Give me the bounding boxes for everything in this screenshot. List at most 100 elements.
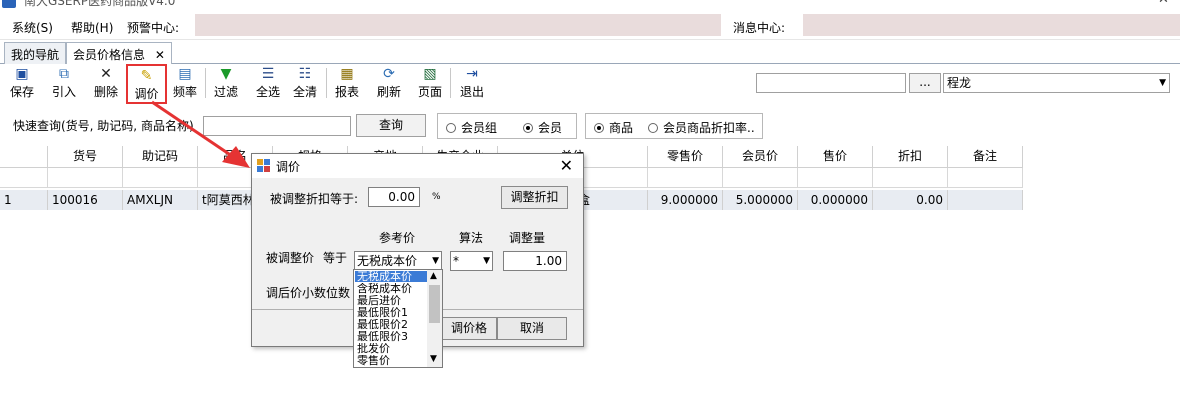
page-button[interactable]: ▧ 页面: [416, 66, 444, 102]
ref-price-header: 参考价: [379, 231, 416, 245]
filter-cell[interactable]: [873, 168, 948, 188]
page-icon: ▧: [423, 66, 437, 82]
col-header-member-price[interactable]: 会员价: [723, 146, 798, 168]
item-type-radio-group: 商品 会员商品折扣率..: [585, 113, 763, 139]
cell-mnemonic: AMXLJN: [123, 190, 198, 210]
tab-member-price-info[interactable]: 会员价格信息 ✕: [66, 42, 172, 65]
alert-center-field[interactable]: [195, 14, 721, 36]
menu-help[interactable]: 帮助(H): [71, 19, 113, 36]
dialog-app-icon: [257, 159, 270, 172]
chevron-down-icon: ▼: [483, 256, 490, 266]
toolbar-separator: [205, 68, 206, 98]
frequency-button[interactable]: ▤ 频率: [171, 66, 199, 102]
cell-retail-price: 9.000000: [648, 190, 723, 210]
grid-corner: [0, 146, 48, 168]
minimize-icon[interactable]: —: [1118, 0, 1131, 7]
radio-member-group[interactable]: 会员组: [446, 119, 497, 136]
dialog-title-bar: 调价 ✕: [252, 154, 583, 178]
col-header-sale-price[interactable]: 售价: [798, 146, 873, 168]
tab-bar: 我的导航 会员价格信息 ✕: [0, 40, 1180, 65]
code-input[interactable]: [756, 73, 906, 93]
user-select[interactable]: 程龙 ▼: [943, 73, 1170, 93]
menu-system[interactable]: 系统(S): [12, 19, 53, 36]
clear-all-button[interactable]: ☷ 全清: [291, 66, 319, 102]
import-button[interactable]: ⧉ 引入: [50, 66, 78, 102]
radio-icon: [523, 123, 533, 133]
import-icon: ⧉: [59, 66, 69, 82]
filter-cell[interactable]: [798, 168, 873, 188]
radio-icon: [648, 123, 658, 133]
filter-cell[interactable]: [723, 168, 798, 188]
select-all-icon: ☰: [261, 66, 275, 82]
cell-discount: 0.00: [873, 190, 948, 210]
row-index: 1: [0, 190, 48, 210]
close-icon[interactable]: ✕: [560, 156, 573, 175]
ref-price-dropdown-list: 无税成本价 含税成本价 最后进价 最低限价1 最低限价2 最低限价3 批发价 零…: [353, 269, 443, 368]
radio-icon: [594, 123, 604, 133]
tab-label: 我的导航: [11, 48, 60, 62]
option-no-tax-cost[interactable]: 无税成本价: [355, 271, 428, 282]
radio-member-discount[interactable]: 会员商品折扣率..: [648, 119, 755, 136]
decimals-label: 调后价小数位数: [266, 286, 351, 300]
filter-icon: ▼: [220, 66, 232, 82]
radio-goods[interactable]: 商品: [594, 119, 633, 136]
refresh-button[interactable]: ⟳ 刷新: [375, 66, 403, 102]
tab-close-icon[interactable]: ✕: [155, 48, 165, 62]
option-min-price-1[interactable]: 最低限价1: [355, 307, 428, 318]
ref-price-select[interactable]: 无税成本价 ▼: [354, 251, 442, 271]
chevron-down-icon[interactable]: ▼: [430, 354, 437, 364]
delete-button[interactable]: ✕ 删除: [92, 66, 120, 102]
option-retail[interactable]: 零售价: [355, 355, 428, 366]
title-bar: 南大GSERP医药商品版V4.0 — ✕: [0, 0, 1180, 10]
filter-cell[interactable]: [48, 168, 123, 188]
filter-cell[interactable]: [648, 168, 723, 188]
save-button[interactable]: ▣ 保存: [8, 66, 36, 102]
option-wholesale[interactable]: 批发价: [355, 343, 428, 354]
dropdown-scrollbar[interactable]: ▲ ▼: [427, 270, 442, 367]
frequency-icon: ▤: [178, 66, 192, 82]
exit-icon: ⇥: [466, 66, 478, 82]
adjusted-price-label: 被调整价: [266, 251, 315, 265]
cell-code: 100016: [48, 190, 123, 210]
refresh-icon: ⟳: [383, 66, 395, 82]
report-button[interactable]: ▦ 报表: [333, 66, 361, 102]
ref-price-select-value: 无税成本价: [357, 254, 418, 268]
filter-cell[interactable]: [948, 168, 1023, 188]
radio-member[interactable]: 会员: [523, 119, 562, 136]
message-center-field[interactable]: [803, 14, 1180, 36]
adjust-discount-button[interactable]: 调整折扣: [501, 186, 568, 209]
tab-my-navigation[interactable]: 我的导航: [4, 42, 67, 64]
select-all-button[interactable]: ☰ 全选: [254, 66, 282, 102]
col-header-remark[interactable]: 备注: [948, 146, 1023, 168]
method-select-value: *: [453, 254, 459, 268]
option-min-price-3[interactable]: 最低限价3: [355, 331, 428, 342]
option-tax-cost[interactable]: 含税成本价: [355, 283, 428, 294]
filter-button[interactable]: ▼ 过滤: [212, 66, 240, 102]
option-last-purchase[interactable]: 最后进价: [355, 295, 428, 306]
col-header-retail-price[interactable]: 零售价: [648, 146, 723, 168]
option-min-price-2[interactable]: 最低限价2: [355, 319, 428, 330]
chevron-down-icon: ▼: [432, 256, 439, 266]
col-header-discount[interactable]: 折扣: [873, 146, 948, 168]
cancel-button[interactable]: 取消: [497, 317, 567, 340]
chevron-up-icon[interactable]: ▲: [430, 271, 437, 281]
exit-button[interactable]: ⇥ 退出: [458, 66, 486, 102]
amount-input[interactable]: 1.00: [503, 251, 567, 271]
adjust-price-button[interactable]: ✎ 调价: [126, 64, 167, 104]
col-header-code[interactable]: 货号: [48, 146, 123, 168]
scrollbar-thumb[interactable]: [429, 285, 440, 323]
chevron-down-icon: ▼: [1159, 78, 1166, 88]
toolbar-separator: [326, 68, 327, 98]
cell-sale-price: 0.000000: [798, 190, 873, 210]
window-title: 南大GSERP医药商品版V4.0: [24, 0, 176, 8]
query-button[interactable]: 查询: [356, 114, 426, 137]
save-icon: ▣: [15, 66, 29, 82]
discount-input[interactable]: 0.00: [368, 187, 420, 207]
tab-label: 会员价格信息: [73, 48, 146, 62]
app-icon: [2, 0, 16, 8]
close-window-icon[interactable]: ✕: [1158, 0, 1169, 7]
amount-header: 调整量: [509, 231, 546, 245]
filter-cell: [0, 168, 48, 188]
browse-button[interactable]: ...: [909, 73, 941, 93]
method-select[interactable]: * ▼: [450, 251, 493, 271]
